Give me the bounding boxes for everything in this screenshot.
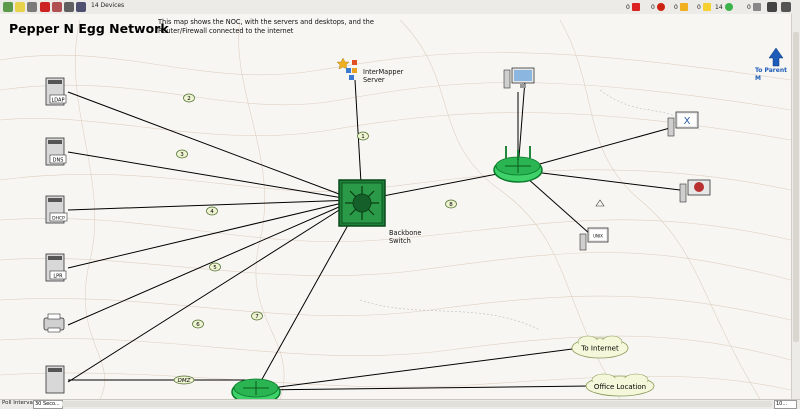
link-number-5: 5 — [213, 265, 217, 271]
link-firewall — [255, 199, 363, 391]
link-number-7: 7 — [255, 314, 259, 320]
lpr-label: LPR — [53, 274, 63, 280]
critical-icon — [656, 3, 665, 11]
link-number-4: 4 — [210, 209, 214, 215]
status-unknown[interactable]: 0 — [747, 2, 761, 12]
alarm-icon — [702, 3, 711, 11]
dmz-label: DMZ — [178, 378, 191, 384]
vertical-scrollbar[interactable] — [791, 14, 800, 399]
to-internet-label: To Internet — [580, 345, 619, 353]
server-dns: DNS — [45, 137, 67, 166]
gear-icon[interactable] — [767, 2, 777, 12]
status-critical-count: 0 — [651, 3, 655, 11]
network-icon[interactable] — [3, 2, 13, 12]
intermapper-label[interactable]: InterMapper Server — [363, 68, 403, 84]
status-alarm[interactable]: 0 — [697, 2, 711, 12]
list-menu-icon[interactable] — [781, 2, 791, 12]
link-number-3: 3 — [180, 152, 184, 158]
desktop-computer-icon — [503, 67, 535, 89]
alert-bell-icon[interactable] — [40, 2, 50, 12]
link-ldap — [67, 91, 356, 201]
link-number-8: 8 — [449, 202, 453, 208]
office-location-cloud: Office Location — [585, 373, 655, 397]
backbone-switch-icon — [338, 179, 386, 227]
list-icon[interactable] — [27, 2, 37, 12]
to-internet-cloud: To Internet — [571, 335, 629, 359]
backbone-switch-label[interactable]: Backbone Switch — [389, 229, 421, 245]
status-ok[interactable]: 14 — [715, 2, 733, 12]
dhcp-label: DHCP — [52, 216, 65, 222]
intermapper-label-line1: InterMapper — [363, 68, 404, 76]
warning-marker-icon — [595, 199, 605, 207]
svg-text:X: X — [684, 116, 691, 127]
server-bottom — [45, 365, 65, 394]
link-mac — [517, 127, 671, 171]
map-canvas[interactable]: 2 3 4 5 6 7 1 8 DMZ LDAP DNS DHCP LPR X … — [0, 14, 791, 399]
mac-os-x-desktop-icon: X — [667, 111, 699, 137]
monitor-desktop-icon — [679, 179, 711, 203]
checkmark-icon — [752, 3, 761, 11]
device-count: 14 Devices — [91, 2, 125, 9]
backbone-label-line1: Backbone — [389, 229, 422, 237]
dns-label: DNS — [53, 158, 64, 164]
status-warning[interactable]: 0 — [674, 2, 688, 12]
link-printer — [67, 199, 356, 326]
status-ok-count: 14 — [715, 3, 723, 11]
poll-interval-label: Poll Interval: — [2, 400, 37, 406]
ldap-label: LDAP — [52, 98, 65, 104]
router-icon — [493, 146, 543, 183]
server-ldap: LDAP — [45, 77, 67, 106]
printer-icon — [43, 313, 65, 333]
parent-map-link[interactable]: To Parent M — [755, 67, 791, 83]
ok-circle-icon — [724, 3, 733, 11]
status-warning-count: 0 — [674, 3, 678, 11]
link-dns — [67, 151, 356, 201]
status-unknown-count: 0 — [747, 3, 751, 11]
firewall-router-icon — [231, 378, 281, 399]
intermapper-server-icon — [336, 57, 357, 80]
backbone-label-line2: Switch — [389, 237, 411, 245]
status-alarm-count: 0 — [697, 3, 701, 11]
link-number-2: 2 — [187, 96, 191, 102]
intermapper-label-line2: Server — [363, 76, 385, 84]
status-red[interactable]: 0 — [626, 2, 640, 12]
link-number-1: 1 — [361, 134, 365, 140]
status-critical[interactable]: 0 — [651, 2, 665, 12]
unix-desktop-icon: UNIX — [579, 227, 609, 251]
parent-map-arrow-icon — [768, 47, 784, 67]
server-dhcp: DHCP — [45, 195, 68, 224]
office-location-label: Office Location — [594, 383, 646, 391]
grid-icon[interactable] — [64, 2, 74, 12]
settings-icon[interactable] — [52, 2, 62, 12]
unix-label: UNIX — [593, 234, 603, 239]
table-icon[interactable] — [76, 2, 86, 12]
status-red-count: 0 — [626, 3, 630, 11]
server-lpr: LPR — [45, 253, 67, 282]
vertical-scrollbar-thumb[interactable] — [793, 32, 799, 342]
map-pin-icon[interactable] — [15, 2, 25, 12]
warning-triangle-icon — [679, 3, 688, 11]
horizontal-scrollbar[interactable] — [62, 401, 772, 407]
map-description: This map shows the NOC, with the servers… — [158, 18, 374, 35]
toolbar: 14 Devices 0 0 0 0 14 0 — [0, 0, 800, 15]
red-square-icon — [631, 3, 640, 11]
map-title: Pepper N Egg Network — [9, 21, 169, 36]
link-monitor — [517, 169, 681, 191]
link-number-6: 6 — [196, 322, 200, 328]
